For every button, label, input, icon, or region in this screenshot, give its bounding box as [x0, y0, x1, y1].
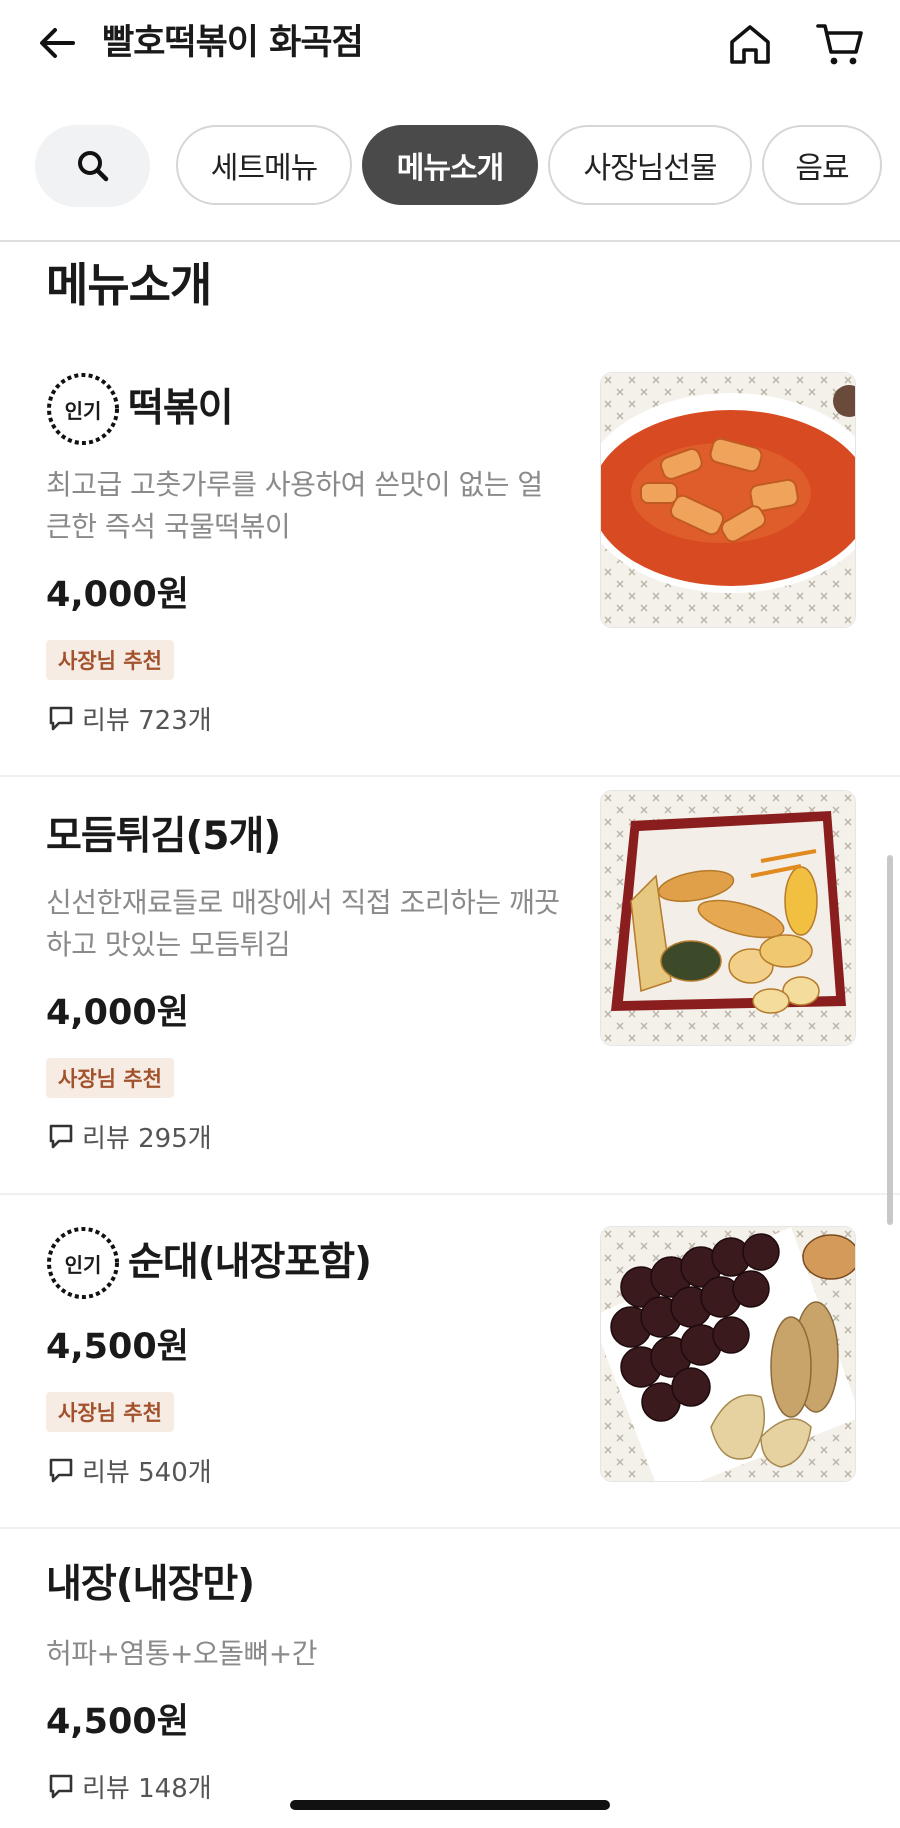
item-photo-sundae — [600, 1226, 856, 1482]
item-price: 4,000원 — [46, 575, 189, 615]
app-header: 빨호떡볶이 화곡점 — [0, 0, 900, 90]
popular-label: 인기 — [64, 1252, 102, 1277]
speech-bubble-icon — [49, 1458, 73, 1482]
item-name-row: 인기 떡볶이 — [44, 370, 234, 448]
review-count-text: 리뷰 148개 — [82, 1774, 212, 1804]
popular-badge: 인기 — [44, 1224, 122, 1302]
review-count-text: 리뷰 723개 — [82, 706, 212, 736]
item-price: 4,000원 — [46, 993, 189, 1033]
item-divider — [0, 775, 900, 777]
cart-button[interactable] — [812, 16, 868, 72]
review-count: 리뷰 295개 — [48, 1118, 212, 1155]
speech-bubble-icon — [49, 1124, 73, 1148]
scrollbar[interactable] — [887, 855, 893, 1225]
item-description: 최고급 고춧가루를 사용하여 쓴맛이 없는 얼큰한 즉석 국물떡볶이 — [46, 468, 543, 543]
back-button[interactable] — [30, 16, 84, 70]
menu-search-button[interactable] — [35, 125, 150, 207]
popular-label: 인기 — [64, 398, 102, 423]
item-price: 4,500원 — [46, 1327, 189, 1367]
item-name-row: 모듬튀김(5개) — [46, 812, 281, 862]
category-tabs: 세트메뉴 메뉴소개 사장님선물 음료 — [0, 122, 900, 208]
review-count: 리뷰 148개 — [48, 1768, 212, 1805]
item-name-row: 인기 순대(내장포함) — [44, 1224, 372, 1302]
item-description: 허파+염통+오돌뼈+간 — [46, 1637, 317, 1670]
tab-owner-gift[interactable]: 사장님선물 — [548, 125, 752, 205]
item-divider — [0, 1527, 900, 1529]
owner-recommend-badge: 사장님 추천 — [46, 1058, 174, 1098]
review-count-text: 리뷰 295개 — [82, 1124, 212, 1154]
section-title: 메뉴소개 — [46, 258, 212, 312]
arrow-left-icon — [40, 28, 75, 58]
review-count: 리뷰 540개 — [48, 1452, 212, 1489]
item-name: 순대(내장포함) — [128, 1240, 372, 1285]
owner-recommend-badge: 사장님 추천 — [46, 1392, 174, 1432]
item-name: 내장(내장만) — [46, 1562, 255, 1607]
tab-menu-intro[interactable]: 메뉴소개 — [362, 125, 538, 205]
cart-icon — [816, 24, 863, 65]
popular-badge: 인기 — [44, 370, 122, 448]
item-name: 모듬튀김(5개) — [46, 814, 281, 859]
home-button[interactable] — [722, 16, 778, 72]
owner-recommend-badge: 사장님 추천 — [46, 640, 174, 680]
item-divider — [0, 1193, 900, 1195]
search-icon — [77, 151, 108, 182]
item-price: 4,500원 — [46, 1702, 189, 1742]
speech-bubble-icon — [49, 1774, 73, 1798]
tabs-divider — [0, 240, 900, 242]
item-photo-tteokbokki — [600, 372, 856, 628]
item-name-row: 내장(내장만) — [46, 1560, 255, 1610]
item-name: 떡볶이 — [128, 386, 234, 431]
home-indicator[interactable] — [290, 1800, 610, 1810]
review-count-text: 리뷰 540개 — [82, 1458, 212, 1488]
home-icon — [730, 25, 770, 64]
tab-set-menu[interactable]: 세트메뉴 — [176, 125, 352, 205]
store-title: 빨호떡볶이 화곡점 — [102, 23, 364, 63]
item-description: 신선한재료들로 매장에서 직접 조리하는 깨끗하고 맛있는 모듬튀김 — [46, 886, 560, 961]
review-count: 리뷰 723개 — [48, 700, 212, 737]
item-photo-fritters — [600, 790, 856, 1046]
speech-bubble-icon — [49, 706, 73, 730]
tab-drinks[interactable]: 음료 — [762, 125, 882, 205]
